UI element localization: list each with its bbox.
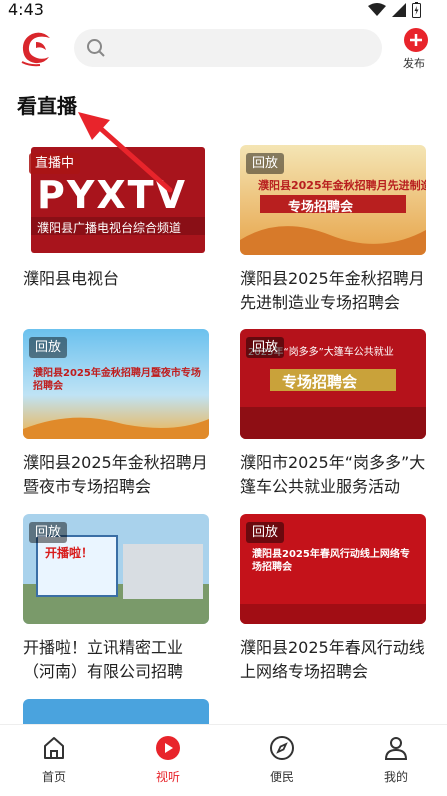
thumb-subtitle: 濮阳县广播电视台综合频道 xyxy=(37,221,182,235)
thumb-main-text: 开播啦！ xyxy=(45,546,94,560)
replay-badge: 回放 xyxy=(29,337,68,358)
replay-card[interactable]: 濮阳县2025年春风行动线上网络专场招聘会 回放 濮阳县2025年春风行动线上网… xyxy=(240,514,426,684)
section-title: 看直播 xyxy=(17,94,77,118)
person-icon xyxy=(384,737,408,760)
card-title: 开播啦！立讯精密工业（河南）有限公司招聘 xyxy=(23,638,184,681)
publish-label: 发布 xyxy=(403,57,425,70)
replay-badge: 回放 xyxy=(246,153,285,174)
card-thumbnail[interactable]: 濮阳县2025年金秋招聘月先进制造业 专场招聘会 回放 xyxy=(240,145,426,255)
card-title: 濮阳县2025年春风行动线上网络专场招聘会 xyxy=(240,638,425,681)
replay-badge: 回放 xyxy=(246,337,285,358)
thumb-subtitle: 濮阳县2025年金秋招聘月先进制造业 xyxy=(258,179,426,192)
app-logo-icon[interactable] xyxy=(16,28,56,68)
nav-label: 我的 xyxy=(383,770,408,784)
card-thumbnail[interactable] xyxy=(23,699,209,724)
nav-item-mine[interactable]: 我的 xyxy=(356,735,436,785)
signal-icon xyxy=(392,3,406,17)
replay-card[interactable]: 2025年“岗多多”大篷车公共就业 专场招聘会 回放 濮阳市2025年“岗多多”… xyxy=(240,329,426,499)
card-title: 濮阳县2025年金秋招聘月暨夜市专场招聘会 xyxy=(23,453,208,496)
replay-card[interactable]: 濮阳县2025年金秋招聘月先进制造业 专场招聘会 回放 濮阳县2025年金秋招聘… xyxy=(240,145,426,315)
nav-item-media[interactable]: 视听 xyxy=(128,735,208,785)
nav-label: 视听 xyxy=(155,770,180,784)
bottom-navigation: 首页 视听 便民 我的 xyxy=(0,724,447,796)
search-icon xyxy=(87,39,105,57)
home-icon xyxy=(44,737,64,759)
play-icon xyxy=(156,736,180,760)
thumb-main-text: 专场招聘会 xyxy=(282,373,358,391)
replay-badge: 回放 xyxy=(246,522,285,543)
compass-icon xyxy=(270,736,294,760)
thumb-main-text: 濮阳县2025年金秋招聘月暨夜市专场招聘会 xyxy=(33,368,201,392)
thumb-main-text: 濮阳县2025年春风行动线上网络专场招聘会 xyxy=(252,549,410,573)
top-header: 发布 xyxy=(0,22,447,74)
nav-item-home[interactable]: 首页 xyxy=(14,735,94,785)
card-thumbnail[interactable]: 开播啦！ 回放 xyxy=(23,514,209,624)
add-icon xyxy=(404,28,428,52)
card-title: 濮阳市2025年“岗多多”大篷车公共就业服务活动 xyxy=(240,453,426,496)
card-title: 濮阳县2025年金秋招聘月先进制造业专场招聘会 xyxy=(240,269,425,312)
wifi-icon xyxy=(368,3,386,16)
pointer-arrow-icon xyxy=(78,112,173,193)
replay-card-partial[interactable] xyxy=(23,699,209,724)
replay-card[interactable]: 濮阳县2025年金秋招聘月暨夜市专场招聘会 回放 濮阳县2025年金秋招聘月暨夜… xyxy=(23,329,209,499)
nav-item-services[interactable]: 便民 xyxy=(242,735,322,785)
card-thumbnail[interactable]: 2025年“岗多多”大篷车公共就业 专场招聘会 回放 xyxy=(240,329,426,439)
nav-label: 便民 xyxy=(269,770,294,784)
card-thumbnail[interactable]: 濮阳县2025年春风行动线上网络专场招聘会 回放 xyxy=(240,514,426,624)
status-time: 4:43 xyxy=(8,0,44,19)
search-input[interactable] xyxy=(74,29,382,67)
nav-label: 首页 xyxy=(41,770,66,784)
card-title: 濮阳县电视台 xyxy=(23,269,120,288)
battery-icon xyxy=(412,2,421,18)
status-bar: 4:43 xyxy=(0,0,447,22)
status-icons xyxy=(368,2,421,18)
replay-card[interactable]: 开播啦！ 回放 开播啦！立讯精密工业（河南）有限公司招聘 xyxy=(23,514,209,684)
thumb-main-text: 专场招聘会 xyxy=(288,200,354,215)
card-thumbnail[interactable]: 濮阳县2025年金秋招聘月暨夜市专场招聘会 回放 xyxy=(23,329,209,439)
replay-badge: 回放 xyxy=(29,522,68,543)
publish-button[interactable]: 发布 xyxy=(401,28,431,71)
